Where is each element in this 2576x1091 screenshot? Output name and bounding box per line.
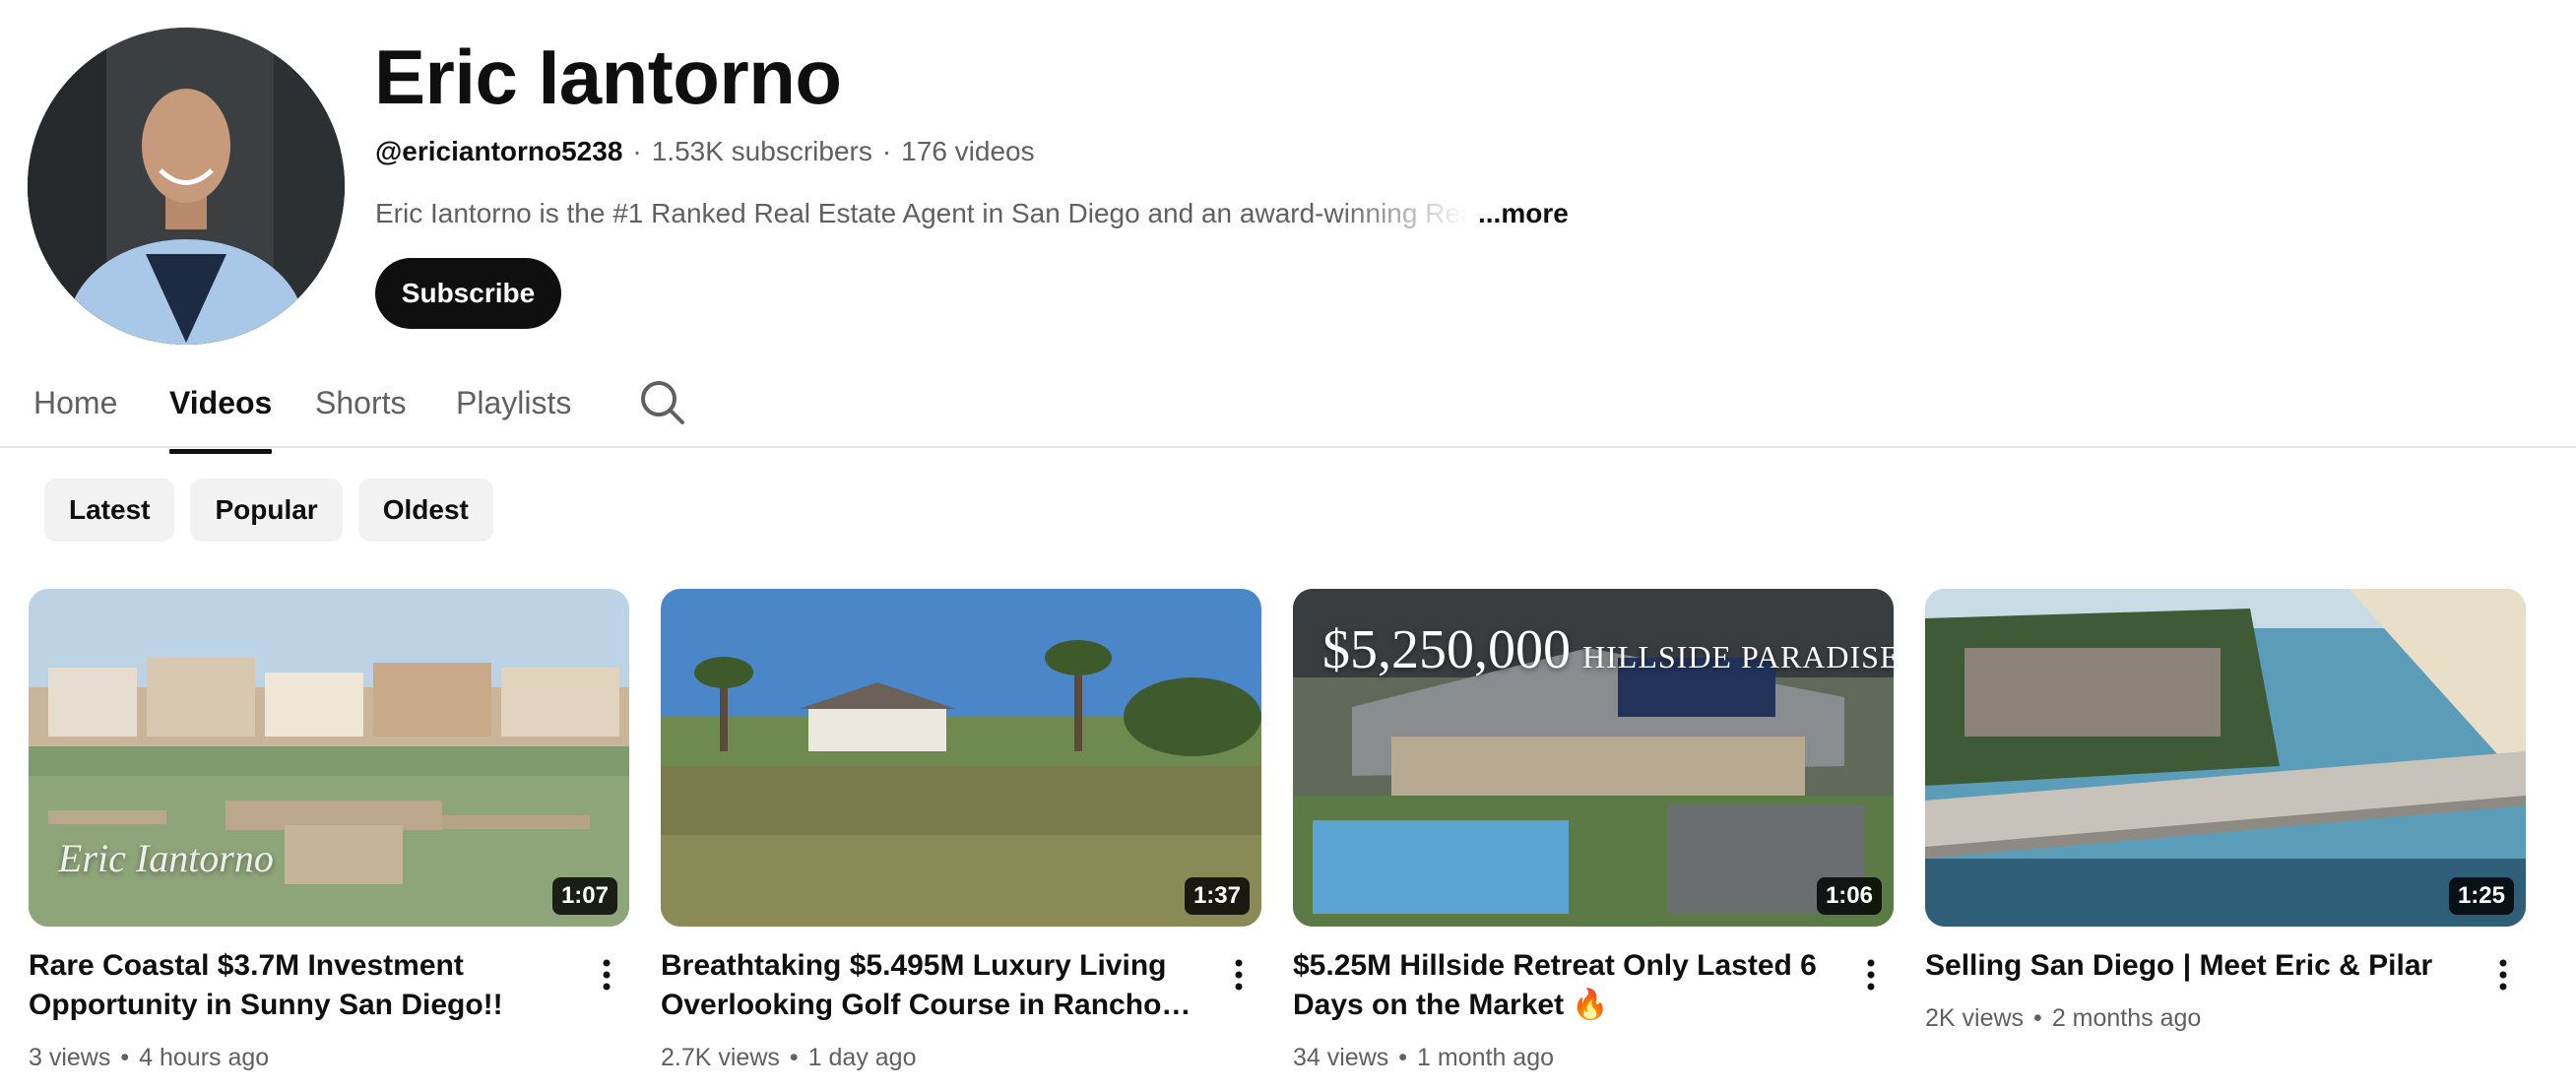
channel-title: Eric Iantorno — [374, 33, 842, 120]
video-count: 176 videos — [901, 136, 1035, 166]
video-title[interactable]: Rare Coastal $3.7M Investment Opportunit… — [29, 946, 575, 1025]
more-link[interactable]: ...more — [1478, 194, 1569, 233]
video-thumbnail[interactable]: 1:37 — [661, 589, 1261, 927]
more-options-icon[interactable] — [1224, 955, 1254, 995]
video-title[interactable]: Breathtaking $5.495M Luxury Living Overl… — [661, 946, 1207, 1025]
subscriber-count: 1.53K subscribers — [651, 136, 872, 166]
channel-avatar[interactable] — [28, 28, 345, 345]
thumbnail-price: $5,250,000 — [1322, 619, 1571, 680]
thumbnail-caption: $5,250,000 HILLSIDE PARADISE — [1322, 618, 1894, 681]
video-meta: 2K views • 2 months ago — [1925, 1000, 2201, 1036]
video-meta: 3 views • 4 hours ago — [29, 1040, 269, 1075]
more-options-icon[interactable] — [592, 955, 621, 995]
view-count: 2.7K views — [661, 1044, 780, 1071]
filter-chips: Latest Popular Oldest — [44, 479, 493, 542]
thumbnail-tagline: HILLSIDE PARADISE — [1582, 639, 1894, 674]
view-count: 34 views — [1293, 1044, 1389, 1071]
video-duration: 1:07 — [551, 877, 617, 915]
upload-age: 2 months ago — [2051, 1004, 2202, 1032]
tab-playlists[interactable]: Playlists — [456, 380, 571, 425]
view-count: 2K views — [1925, 1004, 2025, 1032]
video-card[interactable]: Eric Iantorno 1:07 Rare Coastal $3.7M In… — [29, 589, 629, 1071]
meta-dot: • — [120, 1044, 130, 1071]
channel-handle: @ericiantorno5238 — [375, 136, 623, 166]
tab-videos[interactable]: Videos — [169, 380, 273, 454]
video-title[interactable]: $5.25M Hillside Retreat Only Lasted 6 Da… — [1293, 946, 1839, 1025]
subscribe-button[interactable]: Subscribe — [375, 258, 561, 329]
channel-meta: @ericiantorno5238 · 1.53K subscribers · 176 … — [375, 132, 1035, 171]
video-duration: 1:06 — [1816, 877, 1882, 915]
meta-dot: • — [789, 1044, 799, 1071]
view-count: 3 views — [29, 1044, 111, 1071]
video-meta: 34 views • 1 month ago — [1293, 1040, 1554, 1075]
search-icon[interactable] — [638, 378, 687, 427]
filter-chip-latest[interactable]: Latest — [44, 479, 175, 542]
meta-dot: • — [2033, 1004, 2042, 1032]
video-thumbnail[interactable]: $5,250,000 HILLSIDE PARADISE 1:06 — [1293, 589, 1894, 927]
thumbnail-image-coastal-bridge — [1925, 589, 2526, 927]
video-thumbnail[interactable]: Eric Iantorno 1:07 — [29, 589, 629, 927]
meta-separator: · — [881, 136, 892, 166]
video-thumbnail[interactable]: 1:25 — [1925, 589, 2526, 927]
video-meta: 2.7K views • 1 day ago — [661, 1040, 916, 1075]
thumbnail-watermark: Eric Iantorno — [58, 836, 274, 880]
video-duration: 1:37 — [1184, 877, 1250, 915]
filter-chip-popular[interactable]: Popular — [190, 479, 343, 542]
upload-age: 1 day ago — [807, 1044, 917, 1071]
video-title[interactable]: Selling San Diego | Meet Eric & Pilar — [1925, 946, 2472, 986]
upload-age: 4 hours ago — [139, 1044, 270, 1071]
description-text: Eric Iantorno is the #1 Ranked Real Esta… — [375, 198, 1468, 228]
tab-home[interactable]: Home — [33, 380, 117, 425]
channel-description[interactable]: Eric Iantorno is the #1 Ranked Real Esta… — [375, 194, 1569, 233]
upload-age: 1 month ago — [1417, 1044, 1555, 1071]
video-card[interactable]: 1:37 Breathtaking $5.495M Luxury Living … — [661, 589, 1261, 1071]
video-card[interactable]: $5,250,000 HILLSIDE PARADISE 1:06 $5.25M … — [1293, 589, 1894, 1071]
more-options-icon[interactable] — [2488, 955, 2518, 995]
thumbnail-image-golf-estate — [661, 589, 1261, 927]
more-options-icon[interactable] — [1856, 955, 1886, 995]
video-card[interactable]: 1:25 Selling San Diego | Meet Eric & Pil… — [1925, 589, 2526, 1032]
channel-tabs: Home Videos Shorts Playlists — [0, 372, 2576, 454]
video-duration: 1:25 — [2448, 877, 2514, 915]
tab-shorts[interactable]: Shorts — [315, 380, 406, 425]
meta-separator: · — [632, 136, 642, 166]
meta-dot: • — [1398, 1044, 1408, 1071]
avatar-photo — [28, 28, 345, 345]
filter-chip-oldest[interactable]: Oldest — [357, 479, 493, 542]
